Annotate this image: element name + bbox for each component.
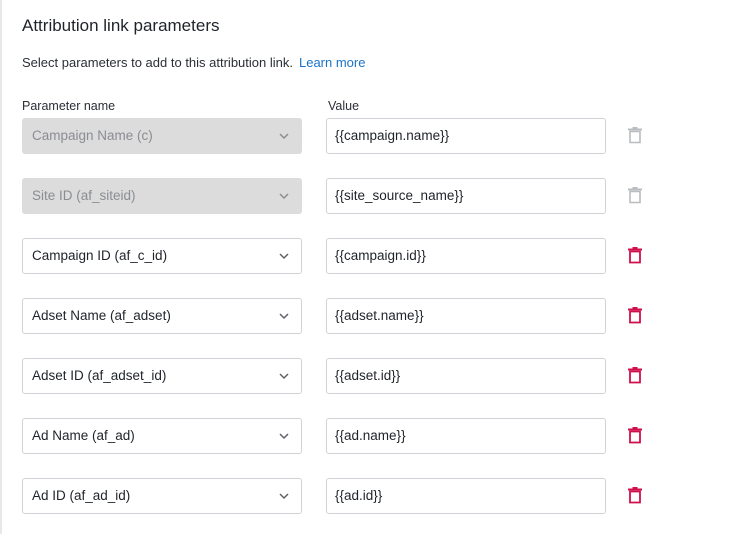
trash-icon [628, 187, 642, 204]
column-header-value: Value [328, 99, 360, 113]
parameter-value-input[interactable]: {{campaign.name}} [326, 118, 606, 154]
trash-icon [628, 127, 642, 144]
parameter-name-select[interactable]: Ad Name (af_ad) [22, 418, 302, 454]
parameter-value-input[interactable]: {{site_source_name}} [326, 178, 606, 214]
parameter-row: Adset ID (af_adset_id) {{adset.id}} [22, 358, 722, 394]
parameter-name-text: Ad ID (af_ad_id) [32, 488, 131, 503]
trash-icon[interactable] [628, 307, 642, 324]
chevron-down-icon [279, 133, 289, 140]
parameter-row: Site ID (af_siteid) {{site_source_name}} [22, 178, 722, 214]
parameter-name-select: Site ID (af_siteid) [22, 178, 302, 214]
parameter-name-text: Adset Name (af_adset) [32, 308, 171, 323]
panel-left-border [0, 0, 2, 534]
parameter-value-input[interactable]: {{ad.name}} [326, 418, 606, 454]
trash-icon[interactable] [628, 367, 642, 384]
parameter-row: Ad ID (af_ad_id) {{ad.id}} [22, 478, 722, 514]
parameter-name-text: Site ID (af_siteid) [32, 188, 136, 203]
trash-icon[interactable] [628, 247, 642, 264]
parameter-name-select[interactable]: Ad ID (af_ad_id) [22, 478, 302, 514]
learn-more-link[interactable]: Learn more [299, 55, 365, 70]
parameter-name-text: Campaign ID (af_c_id) [32, 248, 168, 263]
parameter-name-select: Campaign Name (c) [22, 118, 302, 154]
parameter-row: Ad Name (af_ad) {{ad.name}} [22, 418, 722, 454]
chevron-down-icon [279, 253, 289, 260]
parameter-value-input[interactable]: {{adset.id}} [326, 358, 606, 394]
parameter-name-text: Ad Name (af_ad) [32, 428, 135, 443]
parameter-row: Campaign ID (af_c_id) {{campaign.id}} [22, 238, 722, 274]
chevron-down-icon [279, 193, 289, 200]
parameter-name-text: Campaign Name (c) [32, 128, 153, 143]
description-text: Select parameters to add to this attribu… [22, 55, 293, 70]
chevron-down-icon [279, 313, 289, 320]
trash-icon[interactable] [628, 427, 642, 444]
parameter-value-input[interactable]: {{ad.id}} [326, 478, 606, 514]
trash-icon[interactable] [628, 487, 642, 504]
parameter-row: Adset Name (af_adset) {{adset.name}} [22, 298, 722, 334]
parameter-value-input[interactable]: {{campaign.id}} [326, 238, 606, 274]
chevron-down-icon [279, 493, 289, 500]
section-title: Attribution link parameters [22, 16, 220, 35]
section-description: Select parameters to add to this attribu… [22, 54, 365, 72]
parameter-name-select[interactable]: Adset Name (af_adset) [22, 298, 302, 334]
parameter-value-input[interactable]: {{adset.name}} [326, 298, 606, 334]
chevron-down-icon [279, 373, 289, 380]
chevron-down-icon [279, 433, 289, 440]
attribution-params-panel: Attribution link parameters Select param… [22, 0, 722, 534]
parameter-name-select[interactable]: Adset ID (af_adset_id) [22, 358, 302, 394]
parameter-name-select[interactable]: Campaign ID (af_c_id) [22, 238, 302, 274]
parameter-row: Campaign Name (c) {{campaign.name}} [22, 118, 722, 154]
parameter-name-text: Adset ID (af_adset_id) [32, 368, 167, 383]
column-header-parameter-name: Parameter name [22, 99, 116, 113]
